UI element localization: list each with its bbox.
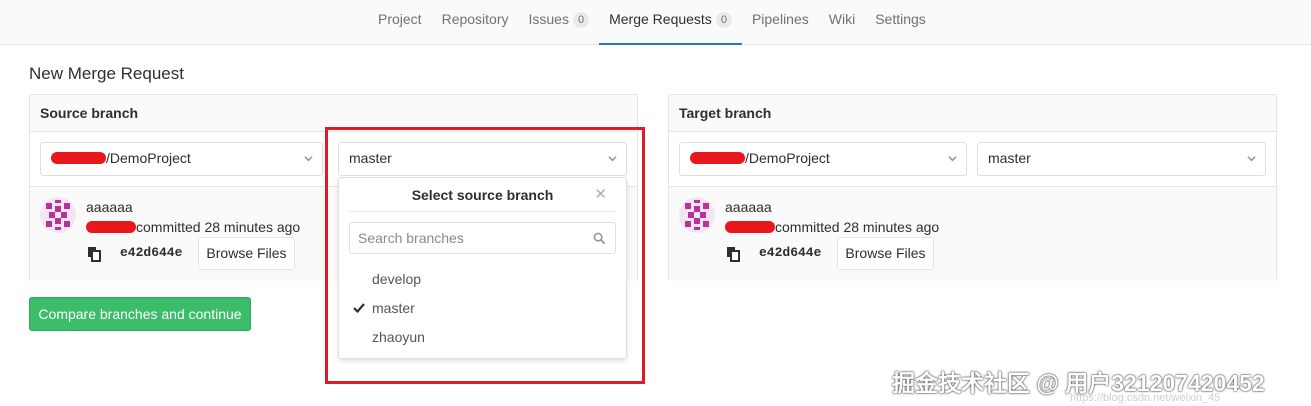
redacted-namespace — [51, 152, 106, 164]
commit-time: committed 28 minutes ago — [725, 219, 939, 235]
target-project-label: /DemoProject — [745, 150, 830, 166]
tab-label: Project — [378, 11, 422, 27]
commit-sha[interactable]: e42d644e — [120, 245, 182, 260]
redacted-username — [725, 221, 775, 233]
tab-merge-requests[interactable]: Merge Requests 0 — [599, 0, 742, 45]
tab-label: Wiki — [828, 11, 856, 27]
commit-sha[interactable]: e42d644e — [759, 245, 821, 260]
avatar — [679, 197, 715, 233]
copy-sha-icon[interactable] — [725, 246, 741, 262]
target-branch-label: master — [988, 150, 1031, 166]
tab-repository[interactable]: Repository — [432, 0, 519, 45]
tab-wiki[interactable]: Wiki — [819, 0, 865, 45]
source-project-label: /DemoProject — [106, 150, 191, 166]
chevron-down-icon — [948, 156, 957, 162]
target-branch-select[interactable]: master — [977, 142, 1266, 176]
merge-requests-count-badge: 0 — [715, 12, 732, 28]
tab-project[interactable]: Project — [368, 0, 432, 45]
browse-files-button[interactable]: Browse Files — [837, 237, 934, 270]
target-project-select[interactable]: /DemoProject — [679, 142, 967, 176]
tab-issues[interactable]: Issues 0 — [519, 0, 600, 45]
browse-files-button[interactable]: Browse Files — [198, 237, 295, 270]
commit-author: aaaaaa — [86, 199, 133, 215]
tab-settings[interactable]: Settings — [865, 0, 936, 45]
tab-label: Merge Requests — [609, 11, 712, 27]
avatar — [40, 197, 76, 233]
commit-time-text: committed 28 minutes ago — [775, 219, 940, 235]
annotation-highlight-box — [325, 127, 645, 384]
target-commit-info: aaaaaa committed 28 minutes ago e42d644e… — [669, 186, 1276, 281]
identicon-icon — [40, 197, 76, 233]
commit-time-text: committed 28 minutes ago — [136, 219, 301, 235]
tab-label: Pipelines — [751, 11, 809, 27]
tab-label: Repository — [441, 11, 509, 27]
issues-count-badge: 0 — [572, 12, 590, 28]
target-branch-panel: Target branch /DemoProject master aaaaaa… — [668, 94, 1277, 281]
tab-label: Issues — [528, 11, 569, 27]
redacted-username — [86, 221, 136, 233]
identicon-icon — [679, 197, 715, 233]
top-nav: Project Repository Issues 0 Merge Request… — [0, 0, 1311, 45]
tab-pipelines[interactable]: Pipelines — [742, 0, 819, 45]
watermark-text: 掘金技术社区 @ 用户321207420452 — [892, 370, 1265, 396]
nav-tabs: Project Repository Issues 0 Merge Request… — [368, 0, 936, 45]
commit-time: committed 28 minutes ago — [86, 219, 300, 235]
commit-author: aaaaaa — [725, 199, 772, 215]
compare-branches-button[interactable]: Compare branches and continue — [29, 297, 251, 331]
target-branch-heading: Target branch — [669, 95, 1276, 132]
page-title: New Merge Request — [29, 64, 184, 83]
tab-label: Settings — [875, 11, 926, 27]
copy-sha-icon[interactable] — [86, 246, 102, 262]
chevron-down-icon — [1247, 156, 1256, 162]
source-project-select[interactable]: /DemoProject — [40, 142, 323, 176]
redacted-namespace — [690, 152, 745, 164]
chevron-down-icon — [304, 156, 313, 162]
